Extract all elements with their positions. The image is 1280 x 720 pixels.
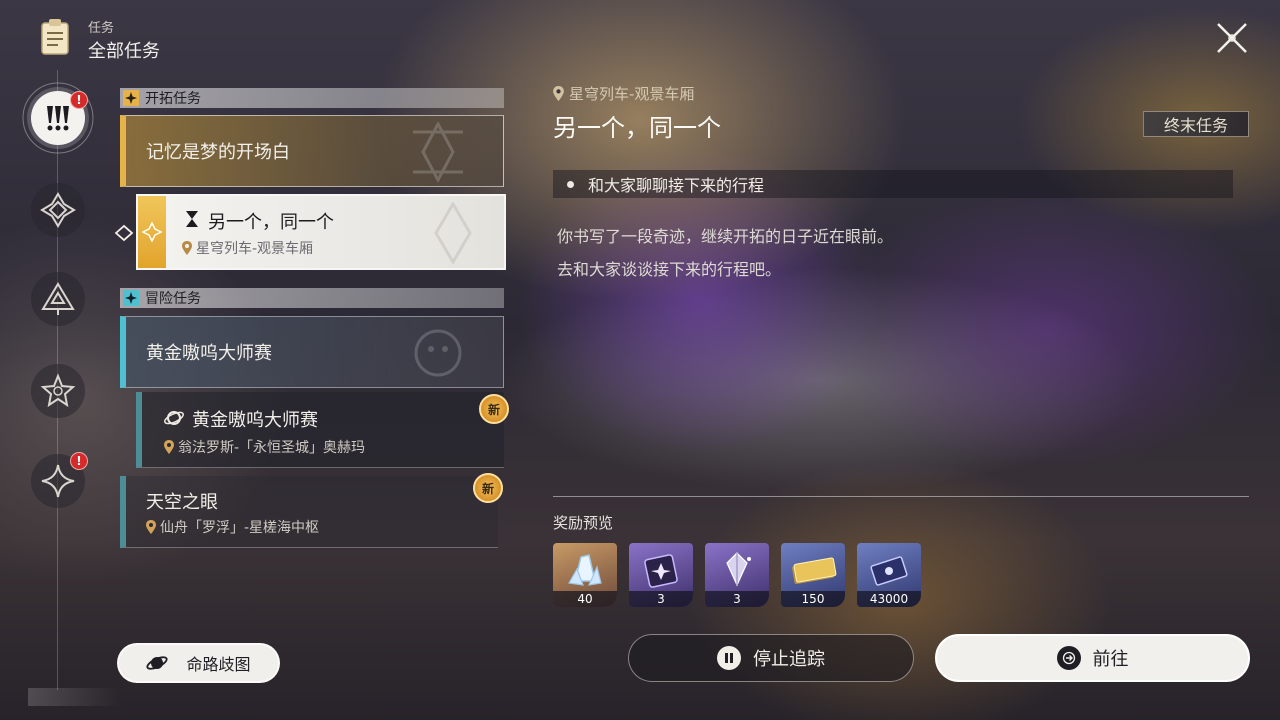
description-line: 你书写了一段奇迹，继续开拓的日子近在眼前。: [557, 227, 894, 246]
quest-title: 记忆是梦的开场白: [146, 142, 290, 163]
trailblaze-section-icon: [123, 90, 139, 106]
pause-icon: [717, 646, 741, 670]
new-badge: 新: [479, 394, 509, 424]
notification-badge: !: [70, 91, 88, 109]
final-quest-tag: 终末任务: [1143, 111, 1249, 137]
trailblaze-stripe: [138, 196, 166, 268]
stellar-jade-icon: [568, 554, 602, 586]
reward-item-credit-ticket[interactable]: 43000: [857, 543, 921, 607]
location-pin-icon: [182, 241, 192, 255]
reward-item-refined-aether[interactable]: 3: [705, 543, 769, 607]
credit-icon: [792, 557, 837, 585]
reward-preview-label: 奖励预览: [553, 514, 614, 532]
section-label: 冒险任务: [145, 291, 201, 307]
new-badge: 新: [473, 473, 503, 503]
page-title: 全部任务: [88, 41, 160, 62]
detail-location-text: 星穹列车-观景车厢: [569, 85, 695, 103]
reward-item-stellar-jade[interactable]: 40: [553, 543, 617, 607]
go-label: 前往: [1092, 649, 1129, 670]
stop-tracking-label: 停止追踪: [753, 649, 825, 670]
close-icon[interactable]: [1212, 18, 1252, 58]
branch-map-label: 命路歧图: [186, 655, 251, 674]
go-arrow-icon: [1056, 646, 1081, 670]
quest-title: 黄金嗷呜大师赛: [192, 410, 318, 431]
quest-location: 仙舟「罗浮」-星槎海中枢: [146, 517, 319, 537]
quest-item-golden[interactable]: 黄金嗷呜大师赛 翁法罗斯-「永恒圣城」奥赫玛: [136, 392, 504, 468]
triangle-star-icon: [41, 282, 75, 315]
exclamation-icon: [47, 106, 69, 131]
detail-title: 另一个，同一个: [553, 114, 721, 142]
item-count: 43000: [857, 591, 921, 607]
four-point-star-icon: [41, 464, 75, 498]
rail-tab-adventure[interactable]: [31, 364, 85, 418]
hourglass-icon: [186, 211, 198, 227]
objective-text: 和大家聊聊接下来的行程: [588, 176, 765, 195]
star-icon: [40, 373, 76, 408]
trailblaze-diamond-icon: [40, 192, 76, 228]
item-count: 3: [705, 591, 769, 607]
location-pin-icon: [553, 86, 564, 101]
branch-map-button[interactable]: 命路歧图: [117, 643, 280, 683]
rail-tab-companion[interactable]: [31, 272, 85, 326]
detail-location: 星穹列车-观景车厢: [553, 83, 694, 104]
quest-location: 星穹列车-观景车厢: [182, 238, 313, 258]
quest-title: 天空之眼: [146, 492, 218, 513]
quest-item-sky-eye[interactable]: 天空之眼 仙舟「罗浮」-星槎海中枢: [120, 476, 498, 548]
reward-divider: [553, 496, 1249, 497]
location-text: 仙舟「罗浮」-星槎海中枢: [160, 520, 320, 536]
stop-tracking-button[interactable]: 停止追踪: [628, 634, 914, 682]
objective-bar: 和大家聊聊接下来的行程: [553, 170, 1233, 198]
refined-aether-icon: [726, 552, 751, 587]
reward-item-credit[interactable]: 150: [781, 543, 845, 607]
item-count: 3: [629, 591, 693, 607]
adventure-section-icon: [123, 290, 139, 306]
selected-arrow-icon: [114, 224, 134, 242]
go-button[interactable]: 前往: [935, 634, 1250, 682]
trailblaze-small-icon: [142, 222, 162, 242]
quest-title: 黄金嗷呜大师赛: [146, 343, 272, 364]
quest-location: 翁法罗斯-「永恒圣城」奥赫玛: [164, 437, 365, 457]
credit-ticket-icon: [870, 556, 908, 586]
location-text: 翁法罗斯-「永恒圣城」奥赫玛: [178, 440, 366, 456]
rail-tab-trailblaze[interactable]: [31, 183, 85, 237]
planet-ring-icon: [146, 656, 169, 670]
objective-bullet: [567, 180, 574, 188]
corner-deco: [28, 688, 120, 706]
item-count: 40: [553, 591, 617, 607]
description-line: 去和大家谈谈接下来的行程吧。: [557, 260, 782, 279]
planet-icon: [164, 411, 184, 425]
quest-card-trailblaze[interactable]: 记忆是梦的开场白: [120, 115, 504, 187]
section-header-trailblaze: 开拓任务: [120, 88, 504, 108]
section-label: 开拓任务: [145, 91, 201, 107]
notification-badge-2: !: [70, 452, 88, 470]
clipboard-icon: [41, 19, 69, 55]
quest-card-adventure[interactable]: 黄金嗷呜大师赛: [120, 316, 504, 388]
traveler-guide-icon: [644, 554, 678, 588]
quest-item-selected[interactable]: 另一个，同一个 星穹列车-观景车厢: [136, 194, 506, 270]
quest-description: 你书写了一段奇迹，继续开拓的日子近在眼前。 去和大家谈谈接下来的行程吧。: [557, 220, 893, 286]
quest-title: 另一个，同一个: [208, 212, 334, 233]
item-count: 150: [781, 591, 845, 607]
emblem-deco-icon: [413, 122, 463, 182]
emblem-deco-icon: [434, 202, 472, 264]
header-subtitle: 任务: [88, 21, 115, 36]
location-text: 星穹列车-观景车厢: [196, 241, 314, 257]
reward-item-traveler-guide[interactable]: 3: [629, 543, 693, 607]
location-pin-icon: [146, 520, 156, 534]
location-pin-icon: [164, 440, 174, 454]
section-header-adventure: 冒险任务: [120, 288, 504, 308]
mascot-deco-icon: [414, 329, 462, 377]
